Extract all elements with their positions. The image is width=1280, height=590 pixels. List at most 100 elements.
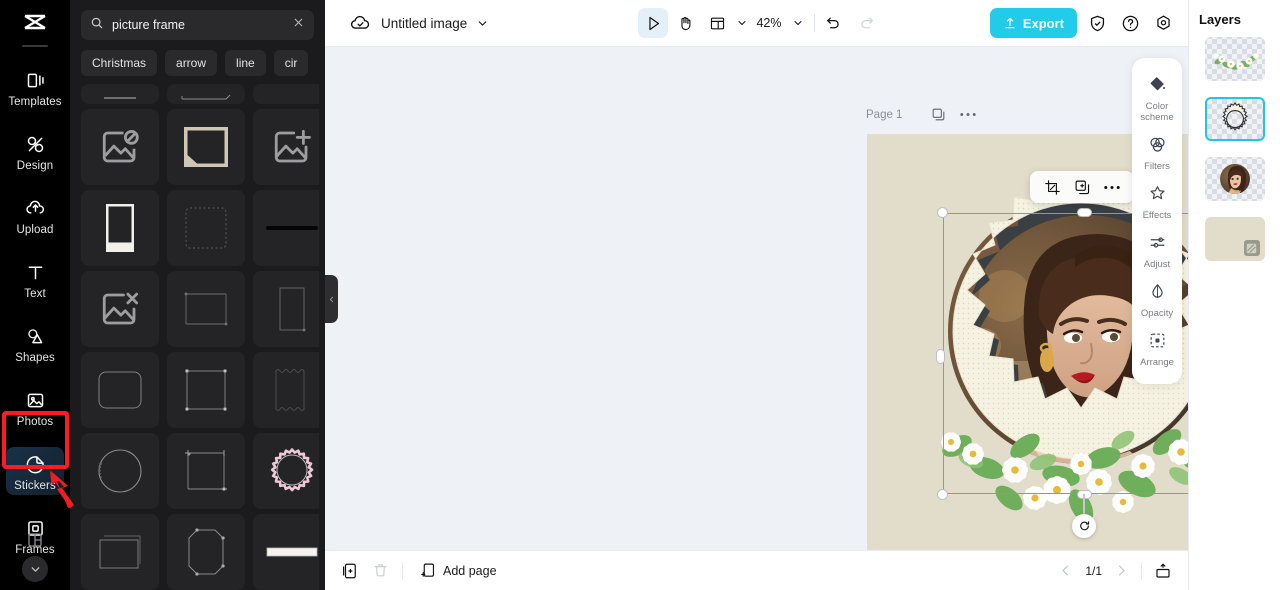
duplicate-page-icon[interactable] [341,562,359,580]
sticker-tile-19[interactable] [81,514,159,590]
duplicate-icon[interactable] [931,107,946,122]
cloud-saved-icon[interactable] [349,12,371,34]
trash-icon[interactable] [372,562,389,579]
sidebar-expand-button[interactable] [22,556,48,582]
bottom-left-actions: Add page [341,561,497,580]
chip-line[interactable]: line [225,50,266,76]
sticker-tile-18[interactable] [253,433,319,509]
chevron-left-icon[interactable] [1058,563,1073,578]
sidebar-item-photos[interactable]: Photos [6,383,64,431]
close-icon[interactable] [292,16,305,34]
upload-icon [23,196,47,220]
sidebar-item-text[interactable]: Text [6,255,64,303]
sticker-tile-10[interactable] [81,271,159,347]
zoom-level[interactable]: 42% [756,16,781,30]
tool-arrange[interactable]: Arrange [1132,324,1182,373]
app-logo[interactable] [18,8,52,47]
bottom-right-actions: 1/1 [1058,561,1172,580]
sidebar-item-upload[interactable]: Upload [6,191,64,239]
sticker-tile-11[interactable] [167,271,245,347]
sticker-tile-5[interactable] [167,109,245,185]
sticker-tile-7[interactable] [81,190,159,266]
tool-opacity[interactable]: Opacity [1132,275,1182,324]
tool-color-scheme[interactable]: Color scheme [1132,68,1182,128]
sidebar-item-templates[interactable]: Templates [6,63,64,111]
sticker-tile-6[interactable] [253,109,319,185]
document-title[interactable]: Untitled image [381,16,467,31]
gear-icon[interactable] [1150,10,1176,36]
sticker-tile-20[interactable] [167,514,245,590]
canvas-area[interactable]: Page 1 Color scheme Filters Effects Adju… [325,47,1188,550]
sticker-tile-8[interactable] [167,190,245,266]
add-page-button[interactable]: Add page [420,562,497,579]
layout-caret-icon[interactable] [736,17,748,29]
tool-label: Arrange [1140,356,1174,368]
search-input[interactable] [112,18,284,32]
resize-handle-bottom-left[interactable] [937,489,948,500]
sticker-results-grid[interactable] [81,84,319,590]
tool-label: Filters [1144,160,1170,172]
sidebar-item-label: Photos [16,416,54,428]
sticker-tile-15[interactable] [253,352,319,428]
layout-tool[interactable] [702,8,732,38]
search-box[interactable] [81,10,314,40]
sidebar-more-section [22,531,48,582]
sidebar-item-label: Templates [8,96,62,108]
sticker-tile-2[interactable] [167,84,245,104]
left-nav-rail: Templates Design Upload Text Shapes Phot… [0,0,74,590]
layer-flowers[interactable] [1205,37,1265,81]
sticker-tile-16[interactable] [81,433,159,509]
sidebar-item-shapes[interactable]: Shapes [6,319,64,367]
sidebar-item-label: Upload [16,224,54,236]
hand-tool[interactable] [670,8,700,38]
object-float-toolbar [1030,171,1134,203]
undo-icon[interactable] [825,15,842,32]
tool-adjust[interactable]: Adjust [1132,226,1182,275]
sidebar-item-design[interactable]: Design [6,127,64,175]
tool-filters[interactable]: Filters [1132,128,1182,177]
layer-background[interactable] [1204,217,1265,261]
sticker-tile-9[interactable] [253,190,319,266]
shield-icon[interactable] [1084,10,1110,36]
object-tools-panel: Color scheme Filters Effects Adjust Opac… [1132,58,1182,385]
chip-christmas[interactable]: Christmas [81,50,158,76]
more-horizontal-icon[interactable] [960,112,976,117]
top-right-actions: Export [989,8,1176,38]
tool-effects[interactable]: Effects [1132,177,1182,226]
resize-handle-left[interactable] [936,349,945,364]
more-horizontal-icon[interactable] [1101,176,1123,198]
resize-handle-top[interactable] [1076,208,1092,217]
effects-icon [1148,184,1167,208]
layer-portrait[interactable] [1205,157,1265,201]
rotate-handle[interactable] [1072,514,1096,538]
templates-icon [23,68,47,92]
chevron-down-icon[interactable] [476,17,489,30]
sticker-tile-1[interactable] [81,84,159,104]
select-tool[interactable] [638,8,669,38]
chip-circle[interactable]: cir [273,50,309,76]
sticker-tile-12[interactable] [253,271,319,347]
duplicate-icon[interactable] [1071,176,1093,198]
present-icon[interactable] [1154,562,1172,580]
chip-arrow[interactable]: arrow [165,50,218,76]
redo-icon[interactable] [858,15,875,32]
tool-label: Effects [1142,209,1172,221]
sticker-tile-14[interactable] [167,352,245,428]
sticker-tile-4[interactable] [81,109,159,185]
question-circle-icon[interactable] [1117,10,1143,36]
chevron-right-icon[interactable] [1114,563,1129,578]
sidebar-item-stickers[interactable]: Stickers [6,447,64,495]
panel-collapse-handle[interactable] [325,275,338,323]
bottom-toolbar: Add page 1/1 [325,550,1188,590]
crop-icon[interactable] [1041,176,1063,198]
export-button[interactable]: Export [989,8,1077,38]
capcut-logo-icon [18,8,52,38]
sticker-tile-21[interactable] [253,514,319,590]
sticker-tile-13[interactable] [81,352,159,428]
zoom-caret-icon[interactable] [792,17,804,29]
sticker-tile-17[interactable] [167,433,245,509]
layers-title: Layers [1199,12,1241,27]
sticker-tile-3[interactable] [253,84,319,104]
resize-handle-top-left[interactable] [937,207,948,218]
layer-zigzag-frame[interactable] [1204,97,1265,141]
